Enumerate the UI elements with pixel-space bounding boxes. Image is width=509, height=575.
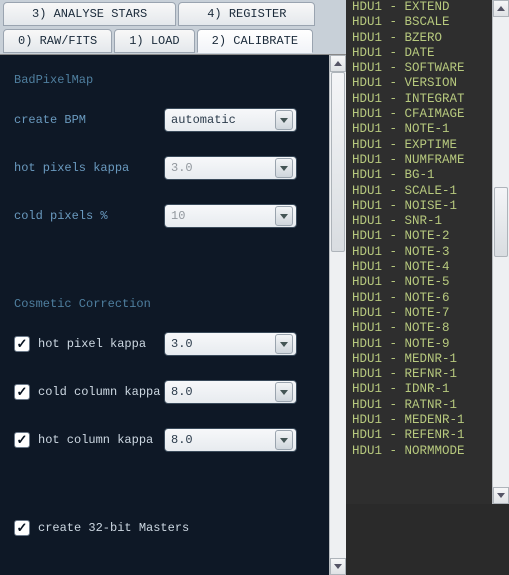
tab-analyse-stars[interactable]: 3) ANALYSE STARS: [3, 2, 176, 26]
chevron-down-icon: [275, 334, 293, 354]
hdu-header-list: HDU1 - EXTENDHDU1 - BSCALEHDU1 - BZEROHD…: [346, 0, 492, 504]
dropdown-create-bpm-value: automatic: [171, 113, 275, 127]
hdu-line: HDU1 - EXPTIME: [352, 138, 486, 153]
check-hot-column-kappa[interactable]: ✓ hot column kappa: [14, 432, 164, 448]
hdu-line: HDU1 - NOTE-2: [352, 229, 486, 244]
dropdown-cold-pixels-pct[interactable]: 10: [164, 204, 297, 228]
scroll-thumb[interactable]: [494, 187, 508, 257]
check-cold-column-kappa[interactable]: ✓ cold column kappa: [14, 384, 164, 400]
dropdown-hot-column-kappa-value: 8.0: [171, 433, 275, 447]
dropdown-create-bpm[interactable]: automatic: [164, 108, 297, 132]
hdu-line: HDU1 - REFNR-1: [352, 367, 486, 382]
dropdown-cold-column-kappa[interactable]: 8.0: [164, 380, 297, 404]
hdu-line: HDU1 - SNR-1: [352, 214, 486, 229]
dropdown-hot-column-kappa[interactable]: 8.0: [164, 428, 297, 452]
hdu-line: HDU1 - NOTE-6: [352, 291, 486, 306]
right-scrollbar[interactable]: [492, 0, 509, 504]
chevron-down-icon: [275, 430, 293, 450]
tab-register[interactable]: 4) REGISTER: [178, 2, 315, 26]
hdu-line: HDU1 - NOTE-9: [352, 337, 486, 352]
row-cold-column-kappa: ✓ cold column kappa 8.0: [14, 379, 315, 405]
label-create-bpm: create BPM: [14, 113, 164, 127]
hdu-line: HDU1 - SOFTWARE: [352, 61, 486, 76]
hdu-line: HDU1 - RATNR-1: [352, 398, 486, 413]
section-badpixelmap: BadPixelMap: [14, 73, 315, 87]
row-hot-pixel-kappa: ✓ hot pixel kappa 3.0: [14, 331, 315, 357]
chevron-down-icon: [275, 158, 293, 178]
dropdown-hot-pixel-kappa-value: 3.0: [171, 337, 275, 351]
scroll-thumb[interactable]: [331, 72, 345, 252]
hdu-line: HDU1 - NOTE-7: [352, 306, 486, 321]
hdu-line: HDU1 - MEDNR-1: [352, 352, 486, 367]
hdu-line: HDU1 - NOISE-1: [352, 199, 486, 214]
hdu-line: HDU1 - NOTE-5: [352, 275, 486, 290]
row-create-masters: ✓ create 32-bit Masters: [14, 515, 315, 541]
checkbox-icon: ✓: [14, 520, 30, 536]
label-hot-pixels-kappa: hot pixels kappa: [14, 161, 164, 175]
hdu-line: HDU1 - CFAIMAGE: [352, 107, 486, 122]
dropdown-hot-pixels-kappa[interactable]: 3.0: [164, 156, 297, 180]
hdu-line: HDU1 - REFENR-1: [352, 428, 486, 443]
scroll-up-icon[interactable]: [493, 0, 509, 17]
section-cosmetic: Cosmetic Correction: [14, 297, 315, 311]
right-pane: HDU1 - EXTENDHDU1 - BSCALEHDU1 - BZEROHD…: [346, 0, 509, 504]
hdu-line: HDU1 - BG-1: [352, 168, 486, 183]
hdu-line: HDU1 - NOTE-3: [352, 245, 486, 260]
tab-raw-fits[interactable]: 0) RAW/FITS: [3, 29, 112, 53]
chevron-down-icon: [275, 110, 293, 130]
tab-load[interactable]: 1) LOAD: [114, 29, 194, 53]
scroll-up-icon[interactable]: [330, 55, 346, 72]
dropdown-hot-pixel-kappa[interactable]: 3.0: [164, 332, 297, 356]
tab-row-lower: 0) RAW/FITS 1) LOAD 2) CALIBRATE: [0, 27, 346, 54]
row-hot-column-kappa: ✓ hot column kappa 8.0: [14, 427, 315, 453]
check-hot-pixel-kappa[interactable]: ✓ hot pixel kappa: [14, 336, 164, 352]
label-hot-pixel-kappa: hot pixel kappa: [38, 337, 146, 351]
scroll-down-icon[interactable]: [493, 487, 509, 504]
row-cold-pixels-pct: cold pixels % 10: [14, 203, 315, 229]
label-cold-column-kappa: cold column kappa: [38, 385, 160, 399]
label-hot-column-kappa: hot column kappa: [38, 433, 153, 447]
hdu-line: HDU1 - VERSION: [352, 76, 486, 91]
label-cold-pixels-pct: cold pixels %: [14, 209, 164, 223]
dropdown-hot-pixels-kappa-value: 3.0: [171, 161, 275, 175]
tab-row-upper: 3) ANALYSE STARS 4) REGISTER: [0, 0, 346, 27]
left-pane: 3) ANALYSE STARS 4) REGISTER 0) RAW/FITS…: [0, 0, 346, 504]
hdu-line: HDU1 - NORMMODE: [352, 444, 486, 459]
row-create-bpm: create BPM automatic: [14, 107, 315, 133]
hdu-line: HDU1 - BZERO: [352, 31, 486, 46]
calibrate-panel-wrap: BadPixelMap create BPM automatic hot pix…: [0, 55, 346, 575]
hdu-line: HDU1 - NOTE-8: [352, 321, 486, 336]
dropdown-cold-pixels-pct-value: 10: [171, 209, 275, 223]
dropdown-cold-column-kappa-value: 8.0: [171, 385, 275, 399]
hdu-line: HDU1 - NOTE-1: [352, 122, 486, 137]
calibrate-panel: BadPixelMap create BPM automatic hot pix…: [0, 55, 329, 575]
tab-calibrate[interactable]: 2) CALIBRATE: [197, 29, 313, 53]
check-create-masters[interactable]: ✓ create 32-bit Masters: [14, 520, 189, 536]
scroll-down-icon[interactable]: [330, 558, 346, 575]
scroll-track[interactable]: [493, 17, 509, 487]
scroll-track[interactable]: [330, 72, 346, 558]
label-create-masters: create 32-bit Masters: [38, 521, 189, 535]
left-scrollbar[interactable]: [329, 55, 346, 575]
row-hot-pixels-kappa: hot pixels kappa 3.0: [14, 155, 315, 181]
hdu-line: HDU1 - DATE: [352, 46, 486, 61]
hdu-line: HDU1 - INTEGRAT: [352, 92, 486, 107]
hdu-line: HDU1 - NOTE-4: [352, 260, 486, 275]
hdu-line: HDU1 - MEDENR-1: [352, 413, 486, 428]
hdu-line: HDU1 - IDNR-1: [352, 382, 486, 397]
hdu-line: HDU1 - EXTEND: [352, 0, 486, 15]
checkbox-icon: ✓: [14, 336, 30, 352]
hdu-line: HDU1 - NUMFRAME: [352, 153, 486, 168]
chevron-down-icon: [275, 206, 293, 226]
hdu-line: HDU1 - BSCALE: [352, 15, 486, 30]
checkbox-icon: ✓: [14, 432, 30, 448]
tab-bar: 3) ANALYSE STARS 4) REGISTER 0) RAW/FITS…: [0, 0, 346, 55]
checkbox-icon: ✓: [14, 384, 30, 400]
chevron-down-icon: [275, 382, 293, 402]
hdu-line: HDU1 - SCALE-1: [352, 184, 486, 199]
